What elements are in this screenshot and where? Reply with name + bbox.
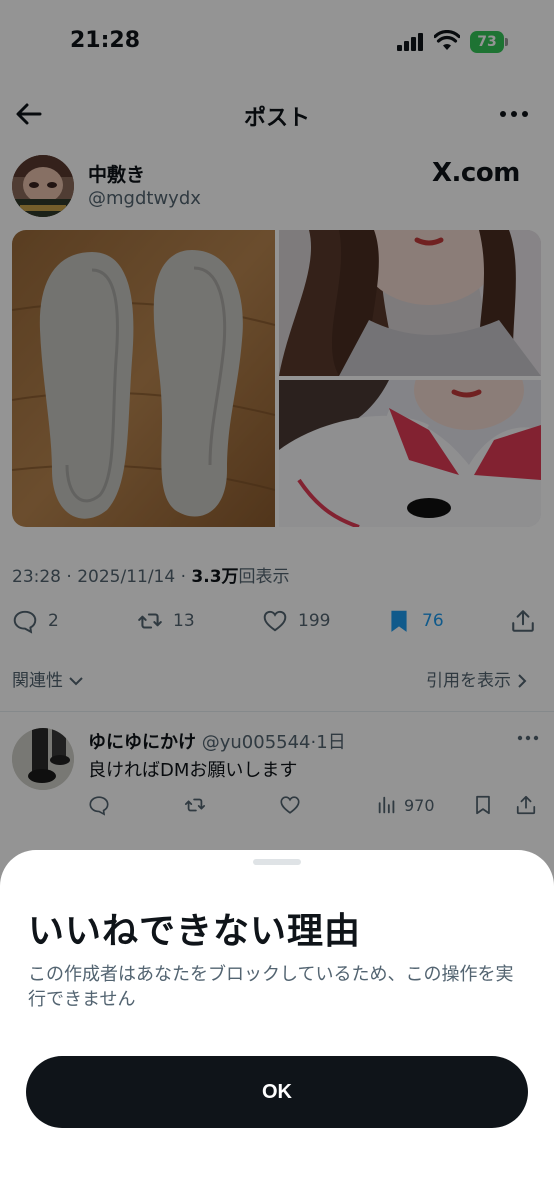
sheet-grabber[interactable] — [253, 859, 301, 865]
ok-button[interactable]: OK — [26, 1056, 528, 1128]
post-page: 21:28 73 ポスト 中敷き @mgdtwydx X.com 23:28 ·… — [0, 0, 554, 1200]
bottom-sheet: いいねできない理由 この作成者はあなたをブロックしているため、この操作を実行でき… — [0, 850, 554, 1200]
sheet-message: この作成者はあなたをブロックしているため、この操作を実行できません — [28, 964, 514, 1010]
sheet-title: いいねできない理由 — [28, 911, 362, 952]
